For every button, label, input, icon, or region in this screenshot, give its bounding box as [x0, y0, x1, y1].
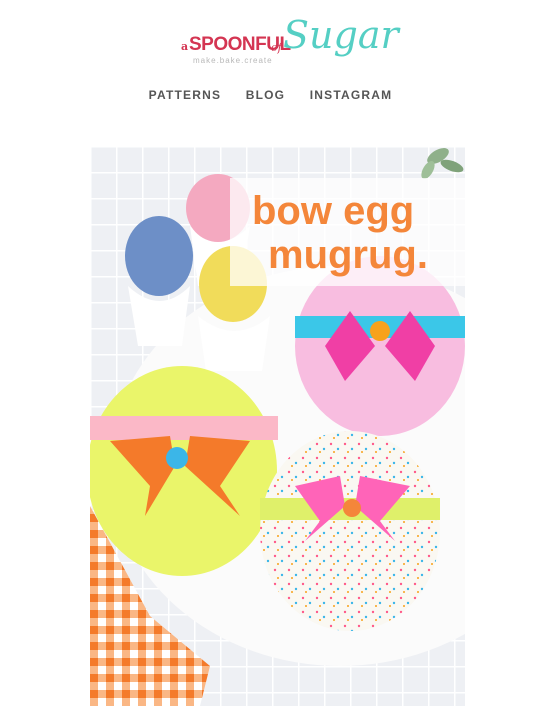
yellow-egg-mugrug — [90, 366, 278, 576]
main-nav: PATTERNS BLOG INSTAGRAM — [0, 88, 541, 102]
nav-instagram[interactable]: INSTAGRAM — [310, 88, 393, 102]
site-logo[interactable]: a SPOONFUL of Sugar make.bake.create — [181, 12, 399, 70]
hero-image[interactable]: bow egg mugrug. — [90, 146, 465, 706]
hero-illustration: bow egg mugrug. — [90, 146, 465, 706]
hero-title-line1: bow egg — [252, 189, 414, 233]
site-header: a SPOONFUL of Sugar make.bake.create PAT… — [0, 0, 541, 120]
cream-egg-mugrug — [260, 431, 440, 631]
logo-a: a — [181, 40, 189, 53]
logo-tagline: make.bake.create — [193, 56, 273, 65]
nav-blog[interactable]: BLOG — [246, 88, 285, 102]
logo-of: of — [271, 41, 282, 54]
hero-title-line2: mugrug. — [268, 233, 428, 277]
logo-sugar: Sugar — [283, 13, 399, 57]
nav-patterns[interactable]: PATTERNS — [149, 88, 222, 102]
